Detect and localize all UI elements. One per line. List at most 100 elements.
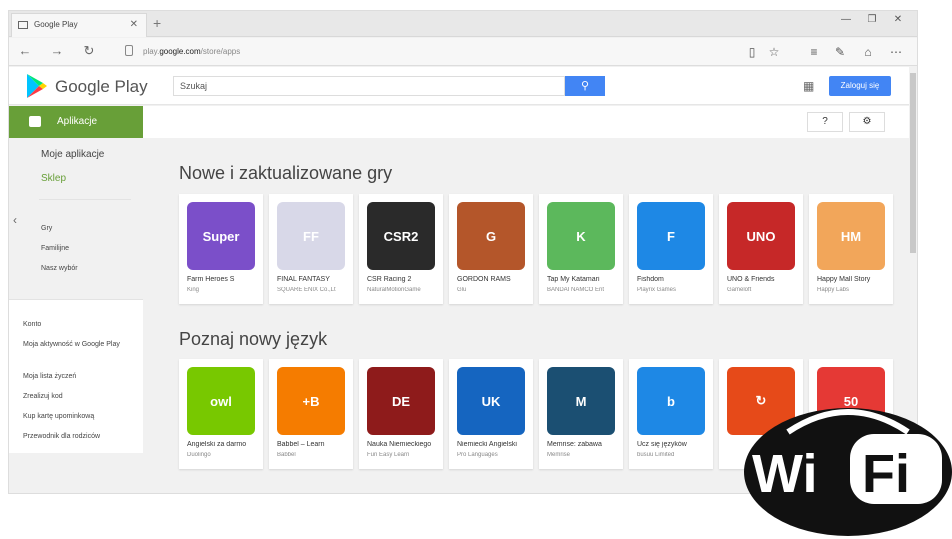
new-tab-button[interactable]: + — [153, 13, 161, 33]
app-icon[interactable]: G — [457, 202, 525, 270]
app-card[interactable]: CSR2 CSR Racing 2 NaturalMotionGame — [359, 194, 443, 304]
sidebar-item-activity[interactable]: Moja aktywność w Google Play — [23, 340, 139, 349]
sidebar-item-gift-card[interactable]: Kup kartę upominkową — [23, 412, 139, 421]
sidebar-item-redeem[interactable]: Zrealizuj kod — [23, 392, 139, 401]
app-card[interactable]: G GORDON RAMS Glu — [449, 194, 533, 304]
help-button[interactable]: ? — [807, 112, 843, 132]
app-developer[interactable]: Fun Easy Learn — [367, 452, 439, 458]
section-title: Nowe i zaktualizowane gry — [179, 163, 393, 183]
signin-button[interactable]: Zaloguj się — [829, 76, 891, 96]
app-name[interactable]: Angielski za darmo — [187, 441, 259, 448]
app-card[interactable]: F Fishdom Playrix Games — [629, 194, 713, 304]
app-developer[interactable]: Glu — [457, 287, 529, 293]
app-icon[interactable]: M — [547, 367, 615, 435]
web-note-icon[interactable]: ✎ — [831, 44, 849, 60]
app-name[interactable]: Niemiecki Angielski — [457, 441, 529, 448]
app-name[interactable]: Nauka Niemieckiego — [367, 441, 439, 448]
scrollbar-thumb[interactable] — [910, 73, 916, 253]
app-card[interactable]: Super Farm Heroes S King — [179, 194, 263, 304]
app-developer[interactable]: King — [187, 287, 259, 293]
sidebar-item-parent-guide[interactable]: Przewodnik dla rodziców — [23, 432, 139, 441]
app-name[interactable]: GORDON RAMS — [457, 276, 529, 283]
app-name[interactable]: UNO & Friends — [727, 276, 799, 283]
back-icon[interactable]: ← — [15, 42, 35, 60]
app-icon[interactable]: FF — [277, 202, 345, 270]
app-developer[interactable]: Gameloft — [727, 287, 799, 293]
app-developer[interactable]: Babbel — [277, 452, 349, 458]
app-developer[interactable]: SQUARE ENIX Co.,Lt — [277, 287, 349, 293]
app-developer[interactable]: Playrix Games — [637, 287, 709, 293]
sidebar-item-family[interactable]: Familijne — [41, 245, 69, 252]
app-icon[interactable]: CSR2 — [367, 202, 435, 270]
app-icon[interactable]: owl — [187, 367, 255, 435]
app-card[interactable]: b Ucz się języków busuu Limited — [629, 359, 713, 469]
app-icon[interactable]: +B — [277, 367, 345, 435]
search-input[interactable]: Szukaj — [173, 76, 565, 96]
google-play-logo-text[interactable]: Google Play — [55, 77, 148, 97]
more-icon[interactable]: ⋯ — [887, 44, 905, 60]
app-name[interactable]: Ucz się języków — [637, 441, 709, 448]
app-card[interactable]: DE Nauka Niemieckiego Fun Easy Learn — [359, 359, 443, 469]
chevron-left-icon[interactable]: ‹ — [13, 213, 17, 227]
sidebar-item-store[interactable]: Sklep — [41, 173, 66, 184]
app-icon[interactable]: UNO — [727, 202, 795, 270]
app-card[interactable]: UK Niemiecki Angielski Pro Languages — [449, 359, 533, 469]
app-name[interactable]: FINAL FANTASY — [277, 276, 349, 283]
app-card[interactable]: K Tap My Katamari BANDAI NAMCO Ent — [539, 194, 623, 304]
app-icon[interactable]: DE — [367, 367, 435, 435]
app-developer[interactable]: Memrise — [547, 452, 619, 458]
hub-icon[interactable]: ≡ — [805, 44, 823, 60]
app-name[interactable]: CSR Racing 2 — [367, 276, 439, 283]
apps-category-button[interactable]: Aplikacje — [9, 106, 143, 138]
app-icon[interactable]: HM — [817, 202, 885, 270]
tab-title: Google Play — [34, 20, 78, 29]
app-developer[interactable]: BANDAI NAMCO Ent — [547, 287, 619, 293]
minimize-icon[interactable]: — — [833, 14, 859, 25]
sidebar-item-editors-choice[interactable]: Nasz wybór — [41, 265, 78, 272]
app-icon[interactable]: F — [637, 202, 705, 270]
app-name[interactable]: Happy Mall Story — [817, 276, 889, 283]
app-developer[interactable]: NaturalMotionGame — [367, 287, 439, 293]
close-tab-icon[interactable]: ✕ — [130, 14, 138, 36]
app-name[interactable]: Memrise: zabawa — [547, 441, 619, 448]
forward-icon[interactable]: → — [47, 42, 67, 60]
apps-category-label: Aplikacje — [57, 116, 98, 127]
favorite-star-icon[interactable]: ☆ — [765, 44, 783, 60]
wifi-watermark-logo: Wi Fi — [744, 408, 952, 536]
app-name[interactable]: Tap My Katamari — [547, 276, 619, 283]
browser-tab[interactable]: Google Play ✕ — [11, 13, 147, 37]
sidebar-item-account[interactable]: Konto — [23, 320, 139, 329]
app-developer[interactable]: Happy Labs — [817, 287, 889, 293]
refresh-icon[interactable]: ↻ — [79, 42, 99, 60]
app-card[interactable]: UNO UNO & Friends Gameloft — [719, 194, 803, 304]
reading-view-icon[interactable]: ▯ — [743, 44, 761, 60]
app-icon[interactable]: Super — [187, 202, 255, 270]
app-icon[interactable]: UK — [457, 367, 525, 435]
maximize-icon[interactable]: ❐ — [859, 14, 885, 25]
settings-button[interactable]: ⚙ — [849, 112, 885, 132]
app-name[interactable]: Babbel – Learn — [277, 441, 349, 448]
app-name[interactable]: Farm Heroes S — [187, 276, 259, 283]
apps-grid-icon[interactable]: ▦ — [803, 79, 814, 93]
search-button[interactable]: ⚲ — [565, 76, 605, 96]
app-card[interactable]: M Memrise: zabawa Memrise — [539, 359, 623, 469]
app-card[interactable]: +B Babbel – Learn Babbel — [269, 359, 353, 469]
address-field[interactable]: play.google.com/store/apps — [143, 47, 240, 56]
app-developer[interactable]: busuu Limited — [637, 452, 709, 458]
app-card[interactable]: FF FINAL FANTASY SQUARE ENIX Co.,Lt — [269, 194, 353, 304]
app-card[interactable]: owl Angielski za darmo Duolingo — [179, 359, 263, 469]
sidebar-nav: Moje aplikacje Sklep ‹ Gry Familijne Nas… — [9, 139, 143, 299]
app-developer[interactable]: Duolingo — [187, 452, 259, 458]
close-window-icon[interactable]: ✕ — [885, 14, 911, 25]
sidebar-divider — [39, 199, 131, 200]
sidebar-item-wishlist[interactable]: Moja lista życzeń — [23, 372, 139, 381]
app-icon[interactable]: K — [547, 202, 615, 270]
sidebar-item-games[interactable]: Gry — [41, 225, 52, 232]
share-icon[interactable]: ⌂ — [859, 44, 877, 60]
sidebar-item-my-apps[interactable]: Moje aplikacje — [41, 149, 104, 160]
app-card[interactable]: HM Happy Mall Story Happy Labs — [809, 194, 893, 304]
app-name[interactable]: Fishdom — [637, 276, 709, 283]
google-play-logo-icon[interactable] — [27, 74, 47, 98]
app-icon[interactable]: b — [637, 367, 705, 435]
app-developer[interactable]: Pro Languages — [457, 452, 529, 458]
